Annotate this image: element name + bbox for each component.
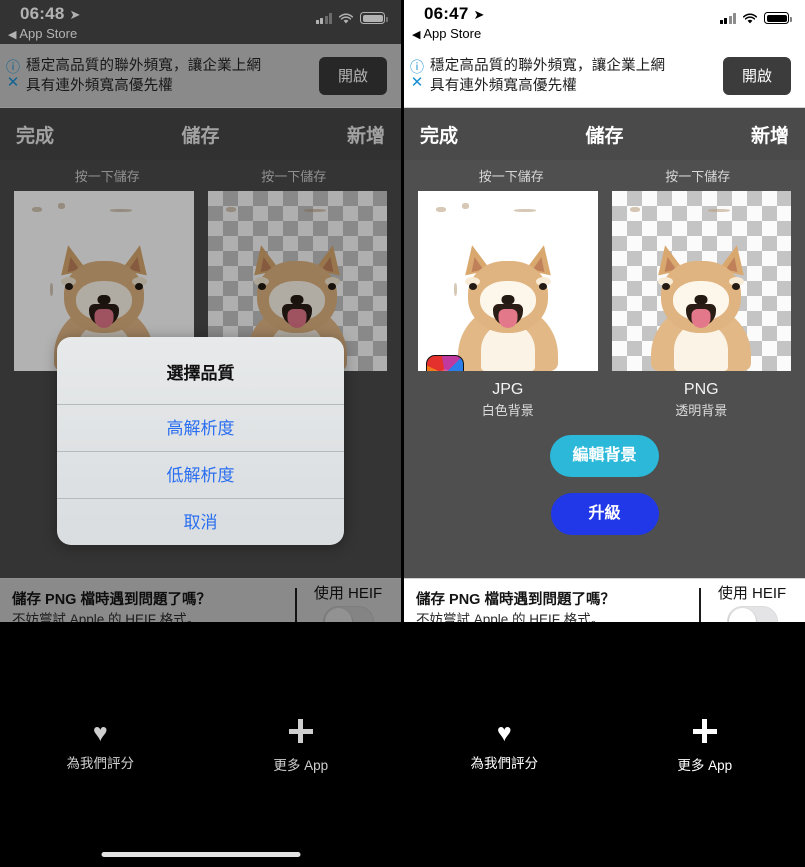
tab-more-apps[interactable]: 更多 App [605, 718, 805, 774]
plus-icon [201, 718, 402, 749]
cta-buttons: 編輯背景 升級 [404, 435, 805, 535]
status-time-text: 06:47 [424, 4, 469, 23]
caption-png: 按一下儲存 [665, 169, 731, 184]
alert-option-high-res[interactable]: 高解析度 [57, 404, 344, 451]
page-title: 儲存 [585, 125, 624, 147]
right-phone-screen: 06:47 ➤ ◀ App Store ⓘ ✕ 穩定高品質的聯外頻寬，讓企業上網 [404, 0, 805, 622]
heif-toggle-label: 使用 HEIF [717, 585, 787, 602]
shiba-inu-image [449, 242, 567, 371]
heif-line-1: 儲存 PNG 檔時遇到問題了嗎？ [416, 592, 615, 608]
heif-footer: 儲存 PNG 檔時遇到問題了嗎？ 不妨嘗試 Apple 的 HEIF 格式。 使… [404, 578, 805, 622]
tab-rate-us-label: 為我們評分 [66, 756, 135, 771]
close-x-icon[interactable]: ✕ [406, 75, 428, 90]
shiba-inu-image [642, 242, 760, 371]
plus-icon [605, 718, 805, 749]
ad-banner-text: 穩定高品質的聯外頻寬，讓企業上網 具有連外頻寬高優先權 [430, 56, 723, 96]
screenshot-pair: 06:48➤ ◀ App Store ⓘ ✕ 穩定高品質的聯外頻寬，讓企業上網 [0, 0, 805, 867]
alert-option-cancel[interactable]: 取消 [57, 498, 344, 545]
format-png: PNG 透明背景 [612, 379, 792, 421]
heart-icon: ♥ [92, 719, 108, 747]
alert-title: 選擇品質 [166, 364, 235, 383]
tab-rate-us[interactable]: ♥ 為我們評分 [0, 718, 201, 774]
ad-banner[interactable]: ⓘ ✕ 穩定高品質的聯外頻寬，讓企業上網 具有連外頻寬高優先權 開啟 [404, 44, 805, 108]
jpg-preview-thumbnail[interactable] [418, 191, 598, 371]
format-jpg-name: JPG [492, 381, 524, 398]
content-area: 按一下儲存 按一下儲存 [404, 160, 805, 622]
thumbnail-row [404, 185, 805, 371]
triangle-left-icon: ◀ [412, 29, 421, 41]
left-tab-bar: ♥ 為我們評分 更多 App [0, 622, 401, 867]
ad-line-2: 具有連外頻寬高優先權 [430, 77, 577, 94]
heif-toggle-area: 使用 HEIF [699, 579, 805, 622]
add-button[interactable]: 新增 [751, 121, 789, 148]
done-button[interactable]: 完成 [420, 121, 458, 148]
heart-icon: ♥ [496, 719, 512, 747]
ad-line-1: 穩定高品質的聯外頻寬，讓企業上網 [430, 57, 666, 74]
heif-toggle[interactable] [726, 606, 778, 622]
status-indicators [719, 12, 792, 24]
battery-full-icon [764, 12, 792, 24]
tab-more-apps-label: 更多 App [273, 758, 329, 773]
edit-background-button[interactable]: 編輯背景 [550, 435, 659, 477]
tab-more-apps-label: 更多 App [677, 758, 733, 773]
tab-rate-us-label: 為我們評分 [470, 756, 539, 771]
heif-text: 儲存 PNG 檔時遇到問題了嗎？ 不妨嘗試 Apple 的 HEIF 格式。 [404, 590, 699, 622]
upgrade-button[interactable]: 升級 [550, 493, 659, 535]
format-png-sub: 透明背景 [675, 403, 728, 418]
format-jpg-sub: 白色背景 [481, 403, 534, 418]
status-time: 06:47 ➤ [424, 4, 485, 24]
tab-list: ♥ 為我們評分 更多 App [404, 718, 805, 774]
caption-row: 按一下儲存 按一下儲存 [404, 160, 805, 185]
cellular-bars-icon [719, 12, 736, 24]
tab-rate-us[interactable]: ♥ 為我們評分 [404, 718, 605, 774]
wifi-icon [742, 12, 758, 24]
color-wheel-app-icon[interactable] [426, 355, 464, 371]
location-arrow-icon: ➤ [473, 7, 485, 22]
format-labels-row: JPG 白色背景 PNG 透明背景 [404, 371, 805, 421]
heif-line-2: 不妨嘗試 Apple 的 HEIF 格式。 [416, 612, 605, 622]
format-jpg: JPG 白色背景 [418, 379, 598, 421]
info-circle-icon[interactable]: ⓘ [406, 60, 428, 75]
format-png-name: PNG [683, 381, 719, 398]
nav-bar: 完成 儲存 新增 [404, 108, 805, 160]
quality-alert-dialog: 選擇品質 高解析度 低解析度 取消 [57, 337, 344, 545]
ad-banner-icons: ⓘ ✕ [406, 60, 428, 91]
caption-jpg: 按一下儲存 [478, 169, 544, 184]
ad-open-button[interactable]: 開啟 [723, 56, 791, 95]
home-indicator[interactable] [101, 852, 300, 857]
left-phone-screen: 06:48➤ ◀ App Store ⓘ ✕ 穩定高品質的聯外頻寬，讓企業上網 [0, 0, 401, 622]
right-tab-bar: ♥ 為我們評分 更多 App [404, 622, 805, 867]
tab-list: ♥ 為我們評分 更多 App [0, 718, 401, 774]
back-to-app-store-link[interactable]: ◀ App Store [412, 26, 481, 41]
tab-more-apps[interactable]: 更多 App [201, 718, 402, 774]
status-bar: 06:47 ➤ ◀ App Store [404, 0, 805, 44]
back-label: App Store [423, 26, 482, 41]
alert-option-low-res[interactable]: 低解析度 [57, 451, 344, 498]
png-preview-thumbnail[interactable] [611, 191, 791, 371]
